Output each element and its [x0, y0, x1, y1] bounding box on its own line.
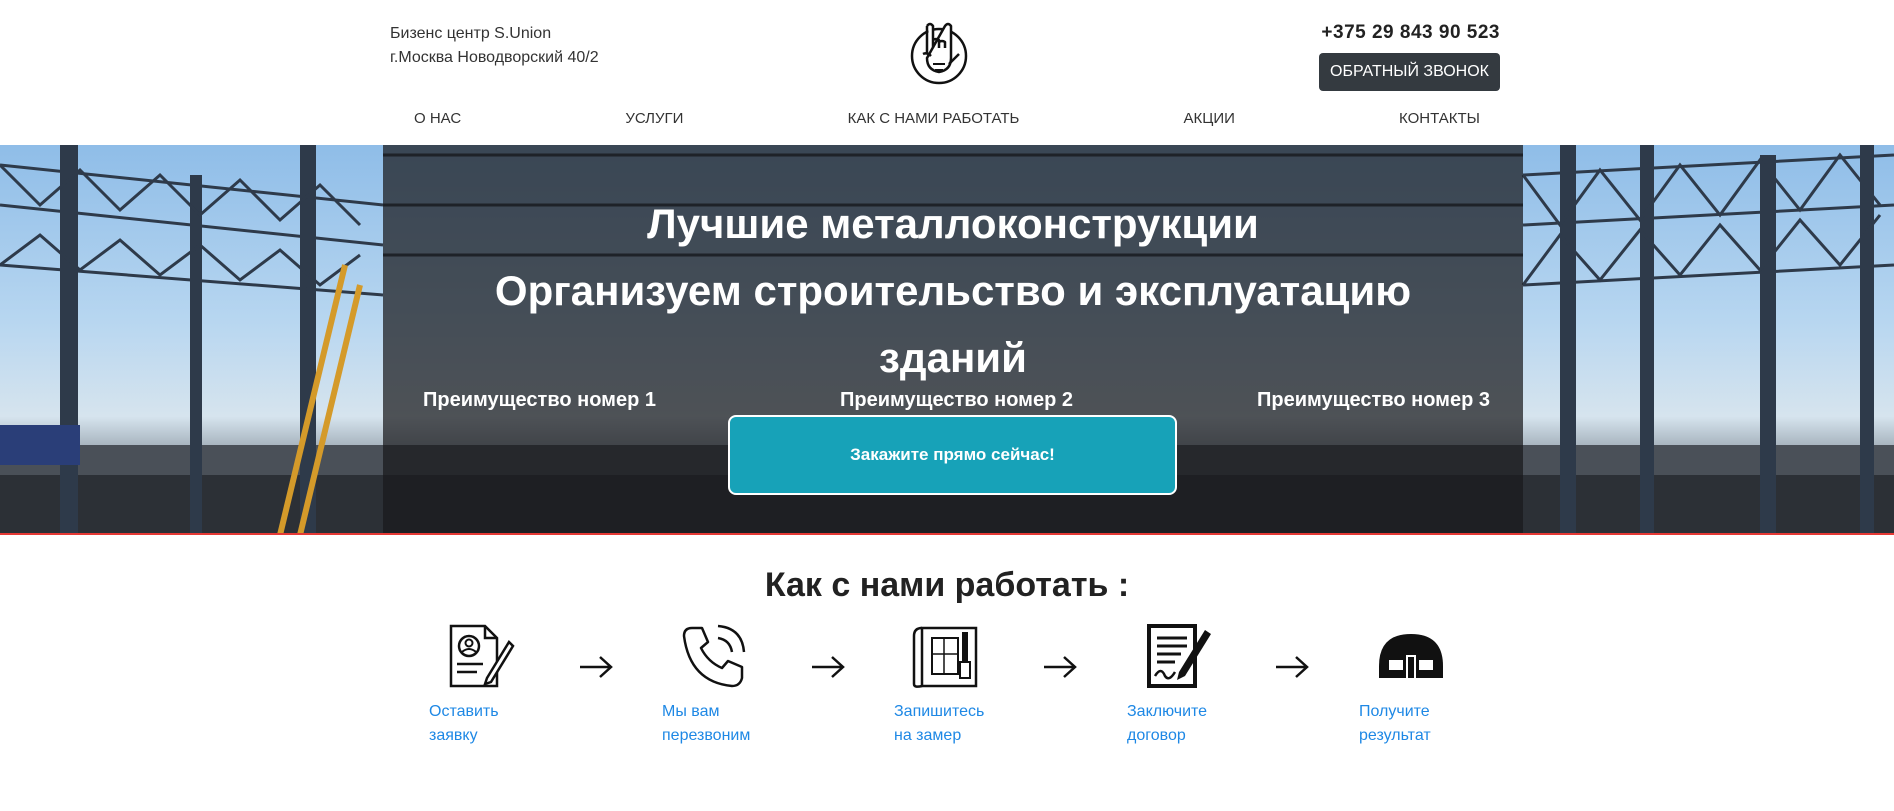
step-item: Мы вам перезвоним	[662, 622, 802, 748]
hero-title: Лучшие металлоконструкции Организуем стр…	[383, 190, 1523, 391]
site-header: Бизенс центр S.Union г.Москва Новодворск…	[0, 0, 1894, 145]
nav-item-promotions[interactable]: АКЦИИ	[1160, 106, 1259, 132]
nav-item-about[interactable]: О НАС	[390, 106, 485, 132]
step-item: Запишитесь на замер	[894, 622, 1034, 748]
arrow-right-icon	[812, 656, 845, 678]
rock-hand-logo-icon[interactable]	[909, 18, 969, 86]
hero-title-line-2: Организуем строительство и эксплуатацию	[494, 267, 1412, 314]
contract-sign-icon	[1147, 624, 1211, 688]
blueprint-measure-icon	[912, 626, 978, 688]
main-nav: О НАС УСЛУГИ КАК С НАМИ РАБОТАТЬ АКЦИИ К…	[390, 106, 1504, 132]
step-2-link[interactable]: Мы вам перезвоним	[662, 700, 772, 748]
address-line-1: Бизенс центр S.Union	[390, 25, 552, 42]
advantage-1: Преимущество номер 1	[423, 389, 656, 411]
address-block: Бизенс центр S.Union г.Москва Новодворск…	[390, 22, 599, 70]
phone-number[interactable]: +375 29 843 90 523	[1321, 22, 1500, 44]
callback-button[interactable]: ОБРАТНЫЙ ЗВОНОК	[1319, 53, 1500, 91]
advantage-3: Преимущество номер 3	[1257, 389, 1490, 411]
hangar-icon	[1379, 634, 1443, 678]
step-item: Получите результат	[1359, 622, 1499, 748]
hero-title-line-3: зданий	[879, 334, 1027, 381]
advantage-2: Преимущество номер 2	[840, 389, 1073, 411]
application-form-icon	[449, 624, 515, 688]
arrow-right-icon	[1044, 656, 1077, 678]
order-now-button[interactable]: Закажите прямо сейчас!	[728, 415, 1177, 495]
address-line-2: г.Москва Новодворский 40/2	[390, 49, 599, 66]
step-item: Оставить заявку	[429, 622, 569, 748]
arrow-right-icon	[580, 656, 613, 678]
nav-item-services[interactable]: УСЛУГИ	[601, 106, 707, 132]
hero-section: Лучшие металлоконструкции Организуем стр…	[0, 145, 1894, 535]
hero-title-line-1: Лучшие металлоконструкции	[647, 200, 1259, 247]
step-1-link[interactable]: Оставить заявку	[429, 700, 539, 748]
nav-item-contacts[interactable]: КОНТАКТЫ	[1375, 106, 1504, 132]
phone-call-icon	[682, 624, 746, 688]
nav-item-how-we-work[interactable]: КАК С НАМИ РАБОТАТЬ	[824, 106, 1044, 132]
arrow-right-icon	[1276, 656, 1309, 678]
step-3-link[interactable]: Запишитесь на замер	[894, 700, 1004, 748]
step-4-link[interactable]: Заключите договор	[1127, 700, 1237, 748]
step-item: Заключите договор	[1127, 622, 1267, 748]
how-we-work-title: Как с нами работать :	[764, 566, 1130, 604]
step-5-link[interactable]: Получите результат	[1359, 700, 1469, 748]
